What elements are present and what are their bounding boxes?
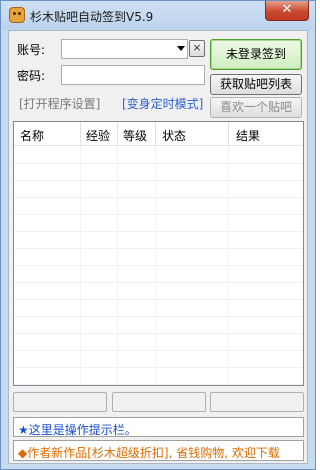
column-divider[interactable] <box>228 122 229 146</box>
account-combobox[interactable] <box>61 39 188 59</box>
grid-row-line <box>14 316 303 317</box>
grid-row-line <box>14 333 303 334</box>
grid-column-line <box>155 146 156 385</box>
grid-column-line <box>228 146 229 385</box>
status-panel-2 <box>112 392 206 412</box>
grid-row-line <box>14 350 303 351</box>
column-header-level[interactable]: 等级 <box>123 127 147 144</box>
grid-row-line <box>14 248 303 249</box>
close-icon: × <box>192 41 202 54</box>
chevron-down-icon[interactable] <box>177 46 185 51</box>
grid-row-line <box>14 197 303 198</box>
column-header-exp[interactable]: 经验 <box>86 127 110 144</box>
bar-list-table[interactable]: 名称 经验 等级 状态 结果 <box>13 121 304 386</box>
status-panel-1 <box>13 392 107 412</box>
grid-column-line <box>80 146 81 385</box>
password-field[interactable] <box>61 65 205 85</box>
app-window: 杉木贴吧自动签到V5.9 ✕ 账号: × 密码: 未登录签到 获取贴吧列表 喜欢… <box>0 0 316 470</box>
window-title: 杉木贴吧自动签到V5.9 <box>30 10 154 24</box>
promo-bar[interactable]: ◆作者新作品[杉木超级折扣], 省钱购物, 欢迎下载 <box>13 440 304 461</box>
timed-mode-link[interactable]: [变身定时模式] <box>122 95 203 112</box>
status-panel-3 <box>210 392 304 412</box>
sign-in-button[interactable]: 未登录签到 <box>210 39 302 70</box>
column-divider[interactable] <box>117 122 118 146</box>
hint-bar: ★这里是操作提示栏。 <box>13 417 304 437</box>
table-header: 名称 经验 等级 状态 结果 <box>14 122 303 146</box>
column-header-result[interactable]: 结果 <box>236 127 260 144</box>
grid-row-line <box>14 180 303 181</box>
like-bar-button[interactable]: 喜欢一个贴吧 <box>210 97 302 118</box>
hint-text: ★这里是操作提示栏。 <box>18 423 137 437</box>
grid-column-line <box>117 146 118 385</box>
account-label: 账号: <box>17 43 46 57</box>
password-label: 密码: <box>17 69 46 83</box>
fetch-bar-list-button[interactable]: 获取贴吧列表 <box>210 74 302 95</box>
grid-row-line <box>14 299 303 300</box>
column-divider[interactable] <box>155 122 156 146</box>
grid-row-line <box>14 163 303 164</box>
grid-row-line <box>14 265 303 266</box>
grid-row-line <box>14 231 303 232</box>
client-area: 账号: × 密码: 未登录签到 获取贴吧列表 喜欢一个贴吧 [打开程序设置] [… <box>8 30 308 464</box>
grid-row-line <box>14 367 303 368</box>
open-settings-link[interactable]: [打开程序设置] <box>19 95 100 112</box>
title-bar[interactable]: 杉木贴吧自动签到V5.9 ✕ <box>1 1 315 30</box>
promo-link[interactable]: ◆作者新作品[杉木超级折扣], 省钱购物, 欢迎下载 <box>18 444 280 461</box>
tree-stump-face-icon <box>9 7 25 23</box>
clear-account-button[interactable]: × <box>189 40 205 57</box>
column-header-name[interactable]: 名称 <box>20 127 44 144</box>
grid-row-line <box>14 384 303 385</box>
column-header-status[interactable]: 状态 <box>162 127 186 144</box>
close-button[interactable]: ✕ <box>265 1 309 21</box>
grid-row-line <box>14 282 303 283</box>
column-divider[interactable] <box>80 122 81 146</box>
grid-row-line <box>14 214 303 215</box>
